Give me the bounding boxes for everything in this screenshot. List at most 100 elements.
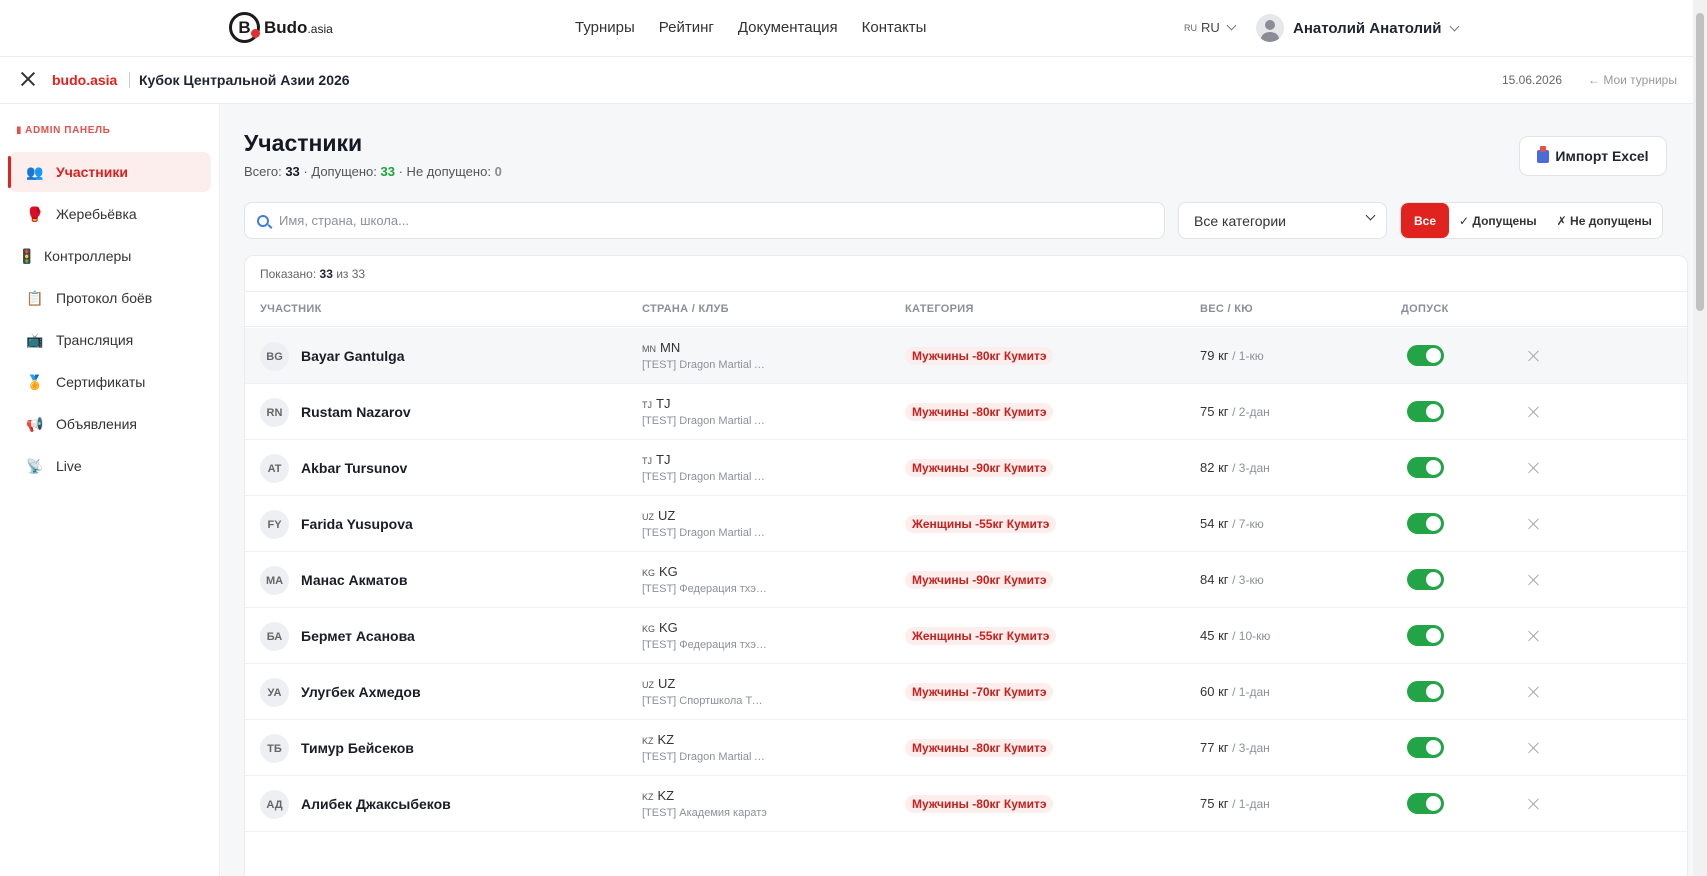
user-menu[interactable]: Анатолий Анатолий (1256, 14, 1460, 42)
participant-club: [TEST] Dragon Martial Arts (642, 359, 767, 371)
remove-icon[interactable] (1528, 798, 1540, 810)
sidebar-item-participants[interactable]: 👥 Участники (8, 152, 211, 192)
admission-toggle[interactable] (1407, 401, 1444, 422)
col-category: КАТЕГОРИЯ (905, 303, 974, 315)
clipboard-icon: 📋 (26, 289, 44, 306)
participant-name[interactable]: Bayar Gantulga (301, 348, 404, 364)
filter-all[interactable]: Все (1401, 203, 1450, 238)
brand-link[interactable]: budo.asia (52, 72, 117, 88)
not-admitted-count: 0 (494, 164, 502, 179)
participant-name[interactable]: Бермет Асанова (301, 628, 415, 644)
scrollbar-thumb[interactable] (1696, 13, 1704, 311)
chevron-down-icon (1226, 20, 1237, 31)
tournament-date: 15.06.2026 (1502, 73, 1563, 87)
participant-initials: RN (260, 398, 289, 427)
participant-initials: BG (260, 342, 289, 371)
remove-icon[interactable] (1528, 462, 1540, 474)
admission-toggle[interactable] (1407, 345, 1444, 366)
user-name: Анатолий Анатолий (1293, 19, 1442, 37)
participant-rank: / 3-кю (1232, 573, 1264, 587)
participant-rank: / 1-кю (1232, 349, 1264, 363)
menu-rating[interactable]: Рейтинг (659, 19, 714, 36)
filter-not-admitted[interactable]: ✗ Не допущены (1547, 203, 1662, 238)
admission-toggle[interactable] (1407, 569, 1444, 590)
admission-toggle[interactable] (1407, 625, 1444, 646)
remove-icon[interactable] (1528, 406, 1540, 418)
category-badge: Мужчины -80кг Кумитэ (905, 347, 1054, 365)
participant-stats: Всего: 33 · Допущено: 33 · Не допущено: … (244, 164, 502, 179)
participant-rank: / 2-дан (1232, 405, 1270, 419)
sidebar-item-certificates[interactable]: 🏅 Сертификаты (8, 362, 211, 402)
menu-docs[interactable]: Документация (738, 19, 838, 36)
my-tournaments-link[interactable]: ← Мои турниры (1588, 73, 1677, 87)
sidebar-item-broadcast[interactable]: 📺 Трансляция (8, 320, 211, 360)
table-row[interactable]: ТБ Тимур Бейсеков KZ KZ [TEST] Dragon Martia… (245, 720, 1687, 776)
remove-icon[interactable] (1528, 686, 1540, 698)
sidebar-item-draw[interactable]: 🥊 Жеребьёвка (8, 194, 211, 234)
main-content: Участники Всего: 33 · Допущено: 33 · Не … (221, 104, 1707, 876)
country-flag-code: TJ (642, 456, 652, 466)
participant-name[interactable]: Тимур Бейсеков (301, 740, 414, 756)
category-badge: Женщины -55кг Кумитэ (905, 515, 1057, 533)
category-select[interactable]: Все категории (1178, 202, 1387, 239)
table-row[interactable]: БА Бермет Асанова KG KG [TEST] Федерация тхэ… (245, 608, 1687, 664)
table-row[interactable]: АД Алибек Джаксыбеков KZ KZ [TEST] Академия … (245, 776, 1687, 832)
remove-icon[interactable] (1528, 518, 1540, 530)
language-switcher[interactable]: RU RU (1184, 20, 1237, 35)
admission-filter: Все ✓ Допущены ✗ Не допущены (1400, 202, 1663, 239)
admission-toggle[interactable] (1407, 681, 1444, 702)
logo-main: Budo (264, 17, 308, 37)
table-row[interactable]: AT Akbar Tursunov TJ TJ [TEST] Dragon Martia… (245, 440, 1687, 496)
participant-club: [TEST] Dragon Martial Arts (642, 471, 767, 483)
menu-contacts[interactable]: Контакты (862, 19, 927, 36)
category-badge: Женщины -55кг Кумитэ (905, 627, 1057, 645)
lang-flag-code: RU (1184, 22, 1197, 33)
participant-weight: 82 кг / 3-дан (1200, 460, 1270, 475)
col-weight-rank: ВЕС / КЮ (1200, 303, 1253, 315)
menu-tournaments[interactable]: Турниры (575, 19, 635, 36)
participant-name[interactable]: Алибек Джаксыбеков (301, 796, 451, 812)
table-row[interactable]: УА Улугбек Ахмедов UZ UZ [TEST] Спортшкола Т… (245, 664, 1687, 720)
participant-rank: / 1-дан (1232, 797, 1270, 811)
participant-name[interactable]: Улугбек Ахмедов (301, 684, 421, 700)
table-row[interactable]: МА Манас Акматов KG KG [TEST] Федерация тхэк… (245, 552, 1687, 608)
remove-icon[interactable] (1528, 630, 1540, 642)
participant-name[interactable]: Akbar Tursunov (301, 460, 407, 476)
site-logo[interactable]: B Budo.asia (229, 12, 333, 43)
admission-toggle[interactable] (1407, 457, 1444, 478)
remove-icon[interactable] (1528, 742, 1540, 754)
country-flag-code: KG (642, 568, 656, 578)
participant-club: [TEST] Dragon Martial Arts (642, 527, 767, 539)
close-icon[interactable] (20, 71, 36, 87)
satellite-icon: 📡 (26, 457, 44, 474)
import-excel-button[interactable]: Импорт Excel (1519, 136, 1667, 176)
admission-toggle[interactable] (1407, 513, 1444, 534)
sidebar-item-live[interactable]: 📡 Live (8, 446, 211, 486)
admission-toggle[interactable] (1407, 793, 1444, 814)
participant-initials: БА (260, 622, 289, 651)
remove-icon[interactable] (1528, 350, 1540, 362)
admission-toggle[interactable] (1407, 737, 1444, 758)
table-row[interactable]: BG Bayar Gantulga MN MN [TEST] Dragon Martia… (245, 328, 1687, 384)
boxing-glove-icon: 🥊 (26, 205, 44, 222)
table-row[interactable]: RN Rustam Nazarov TJ TJ [TEST] Dragon Martia… (245, 384, 1687, 440)
table-row[interactable]: FY Farida Yusupova UZ UZ [TEST] Dragon Marti… (245, 496, 1687, 552)
category-badge: Мужчины -70кг Кумитэ (905, 683, 1054, 701)
participant-name[interactable]: Rustam Nazarov (301, 404, 411, 420)
participant-weight: 75 кг / 2-дан (1200, 404, 1270, 419)
participant-name[interactable]: Манас Акматов (301, 572, 407, 588)
col-admission: ДОПУСК (1401, 303, 1449, 315)
search-input[interactable] (279, 213, 1139, 228)
total-count: 33 (285, 164, 300, 179)
participant-weight: 77 кг / 3-дан (1200, 740, 1270, 755)
remove-icon[interactable] (1528, 574, 1540, 586)
filter-admitted[interactable]: ✓ Допущены (1449, 203, 1547, 238)
sidebar-item-controllers[interactable]: 🚦 Контроллеры (8, 236, 211, 276)
participant-club: [TEST] Академия каратэ (642, 807, 767, 819)
participant-name[interactable]: Farida Yusupova (301, 516, 413, 532)
participant-rank: / 10-кю (1232, 629, 1271, 643)
sidebar-item-fight-protocol[interactable]: 📋 Протокол боёв (8, 278, 211, 318)
sidebar-item-announcements[interactable]: 📢 Объявления (8, 404, 211, 444)
page-scrollbar[interactable] (1693, 0, 1707, 876)
import-icon (1537, 145, 1550, 163)
